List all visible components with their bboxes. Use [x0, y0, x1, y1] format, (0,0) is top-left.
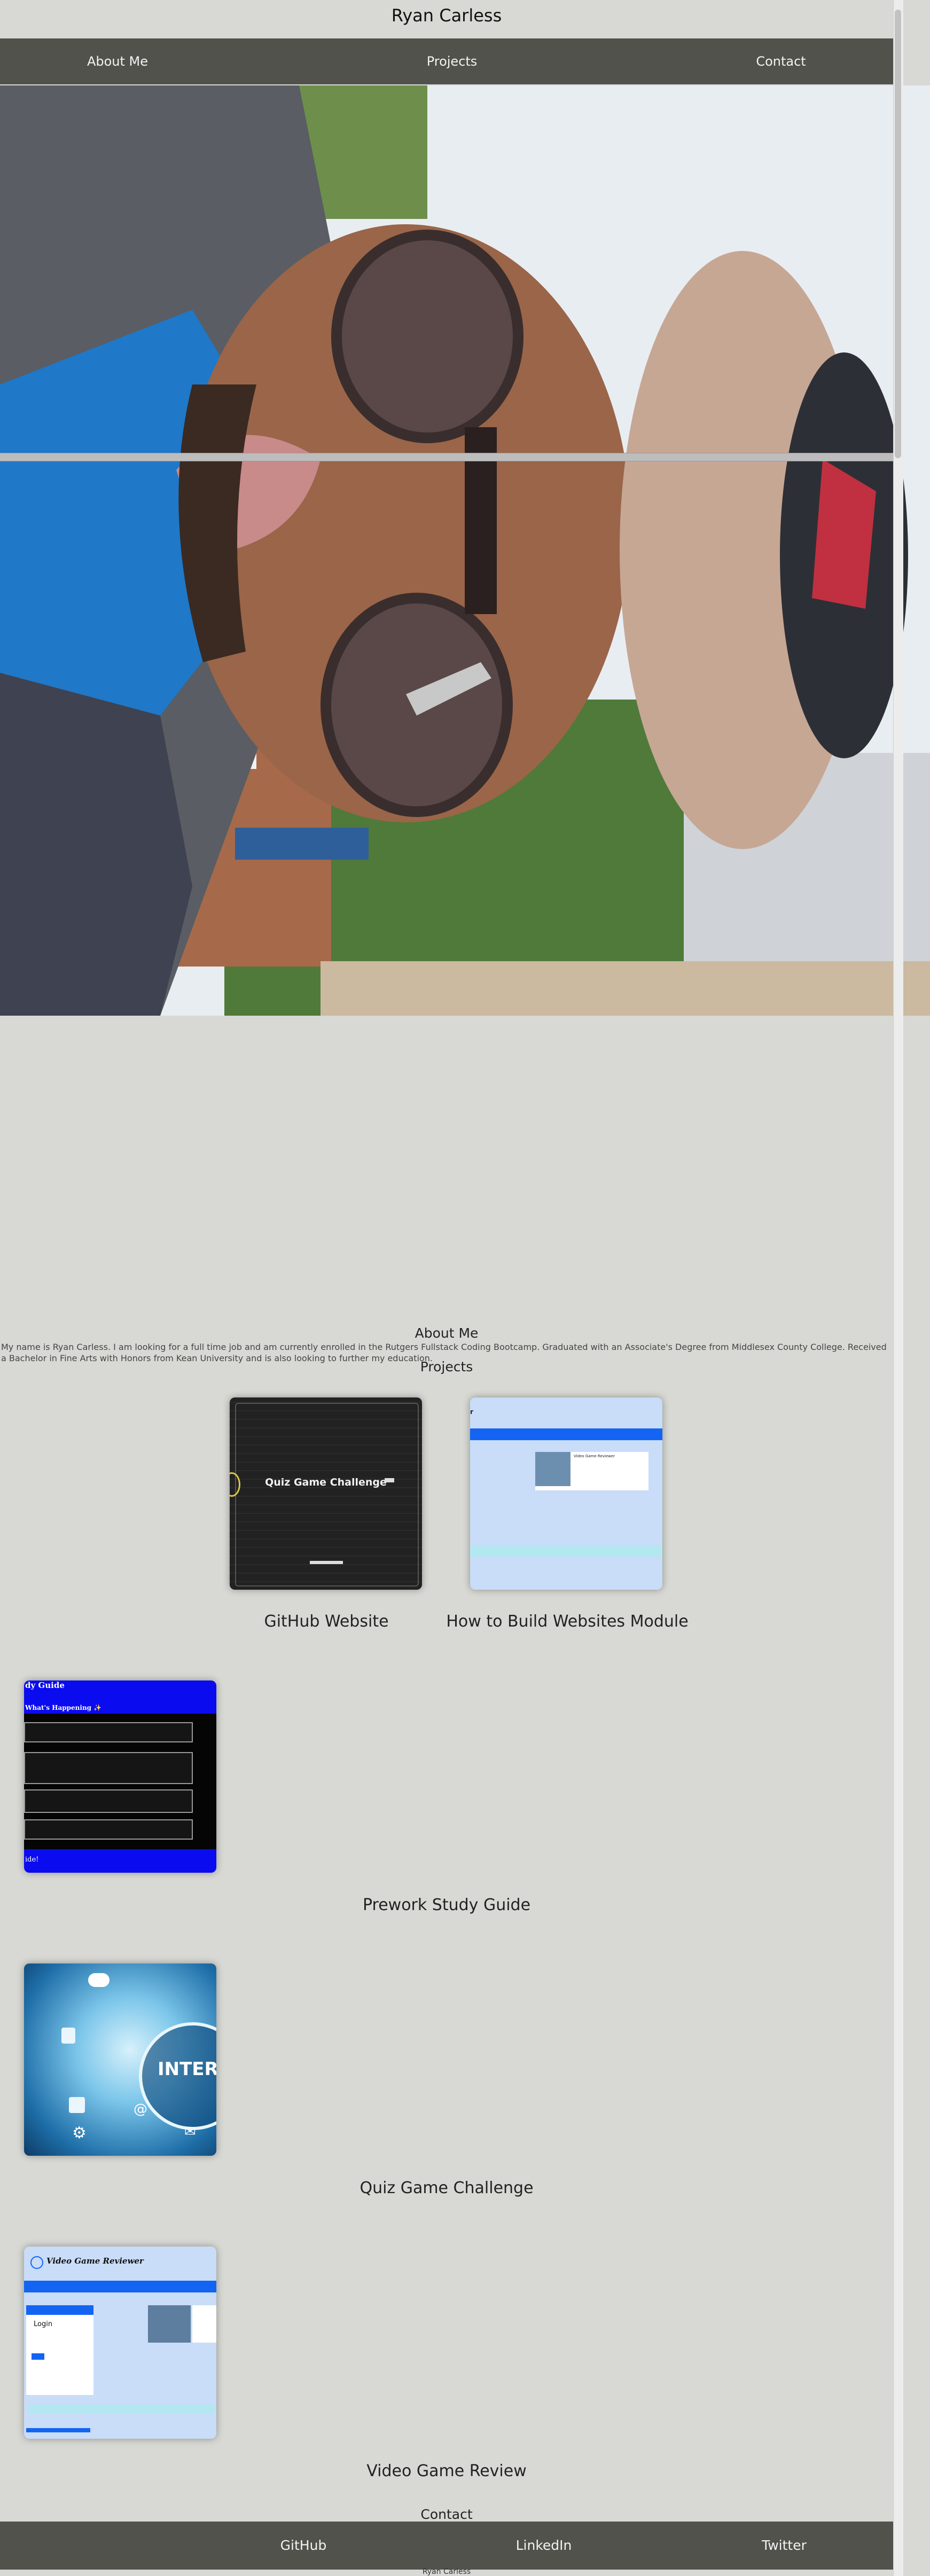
footer-copyright: Ryan Carless [422, 2567, 471, 2576]
thumb-login-button [32, 2353, 44, 2360]
thumb-dark-panel [24, 1714, 216, 1849]
thumb-login-box: Login [26, 2315, 93, 2395]
github-link[interactable]: GitHub [280, 2522, 327, 2570]
thumb-text: Video Game Reviewer [574, 1454, 615, 1458]
thumb-title: dy Guide [25, 1680, 65, 1690]
linkedin-link[interactable]: LinkedIn [516, 2522, 572, 2570]
thumb-car-image [148, 2305, 191, 2343]
thumb-footer-bar [470, 1546, 662, 1557]
project-label-build-websites[interactable]: How to Build Websites Module [446, 1612, 688, 1631]
project-label-prework-study-guide[interactable]: Prework Study Guide [363, 1896, 530, 1914]
thumb-footer: ide! [25, 1856, 39, 1864]
thumb-buttons [26, 2428, 90, 2432]
profile-photo-illustration [0, 85, 930, 1016]
thumb-car-image [535, 1452, 570, 1486]
thumb-footer-bar [28, 2405, 215, 2413]
thumb-frame [235, 1403, 419, 1587]
contact-links-bar: GitHub LinkedIn Twitter [0, 2522, 893, 2570]
cloud-icon [88, 1973, 110, 1987]
project-card-quiz-game[interactable]: INTER @ ⚙ ✉ [24, 1964, 216, 2156]
thumb-bar [310, 1561, 343, 1564]
about-heading: About Me [415, 1325, 479, 1341]
thumb-login-label: Login [34, 2320, 53, 2328]
thumb-field [24, 1752, 193, 1784]
thumb-field [24, 1819, 193, 1840]
thumb-field [24, 1722, 193, 1742]
scrollbar-thumb[interactable] [895, 10, 901, 458]
thumb-text-box [192, 2305, 216, 2343]
project-card-prework-study-guide[interactable]: dy Guide What's Happening ✨ ide! [24, 1680, 216, 1873]
thumb-sidebar-header [26, 2305, 93, 2315]
thumb-title-fragment: r [470, 1408, 473, 1416]
project-card-video-game-review[interactable]: Video Game Reviewer Login [24, 2247, 216, 2439]
gear-icon: ⚙ [72, 2124, 87, 2142]
at-icon: @ [134, 2101, 147, 2117]
nav-contact-link[interactable]: Contact [756, 38, 806, 84]
projects-heading: Projects [420, 1359, 473, 1375]
laptop-icon [69, 2097, 85, 2113]
nav-about-link[interactable]: About Me [87, 38, 148, 84]
project-label-github-website[interactable]: GitHub Website [264, 1612, 388, 1631]
photo-scrollbar[interactable] [0, 453, 897, 461]
project-card-build-websites[interactable]: r Video Game Reviewer [470, 1397, 662, 1590]
thumb-button [385, 1478, 394, 1482]
thumb-nav-bar [470, 1428, 662, 1440]
thumb-title: Video Game Reviewer [46, 2256, 144, 2266]
nav-projects-link[interactable]: Projects [427, 38, 478, 84]
thumb-subtitle: What's Happening ✨ [25, 1704, 102, 1711]
thumb-field [24, 1789, 193, 1813]
top-nav: About Me Projects Contact [0, 38, 893, 84]
thumb-content-box: Video Game Reviewer [535, 1452, 648, 1490]
mail-icon: ✉ [184, 2124, 196, 2140]
site-title: Ryan Carless [391, 5, 502, 26]
thumb-title: INTER [158, 2059, 216, 2080]
project-label-video-game-review[interactable]: Video Game Review [366, 2462, 526, 2480]
logo-icon [30, 2256, 43, 2269]
project-label-quiz-game[interactable]: Quiz Game Challenge [360, 2179, 533, 2197]
profile-photo [0, 85, 930, 1016]
thumb-nav-bar [24, 2281, 216, 2292]
contact-heading: Contact [420, 2507, 473, 2522]
document-icon [61, 2028, 75, 2044]
twitter-link[interactable]: Twitter [762, 2522, 807, 2570]
project-card-github-website[interactable]: Quiz Game Challenge [230, 1397, 422, 1590]
